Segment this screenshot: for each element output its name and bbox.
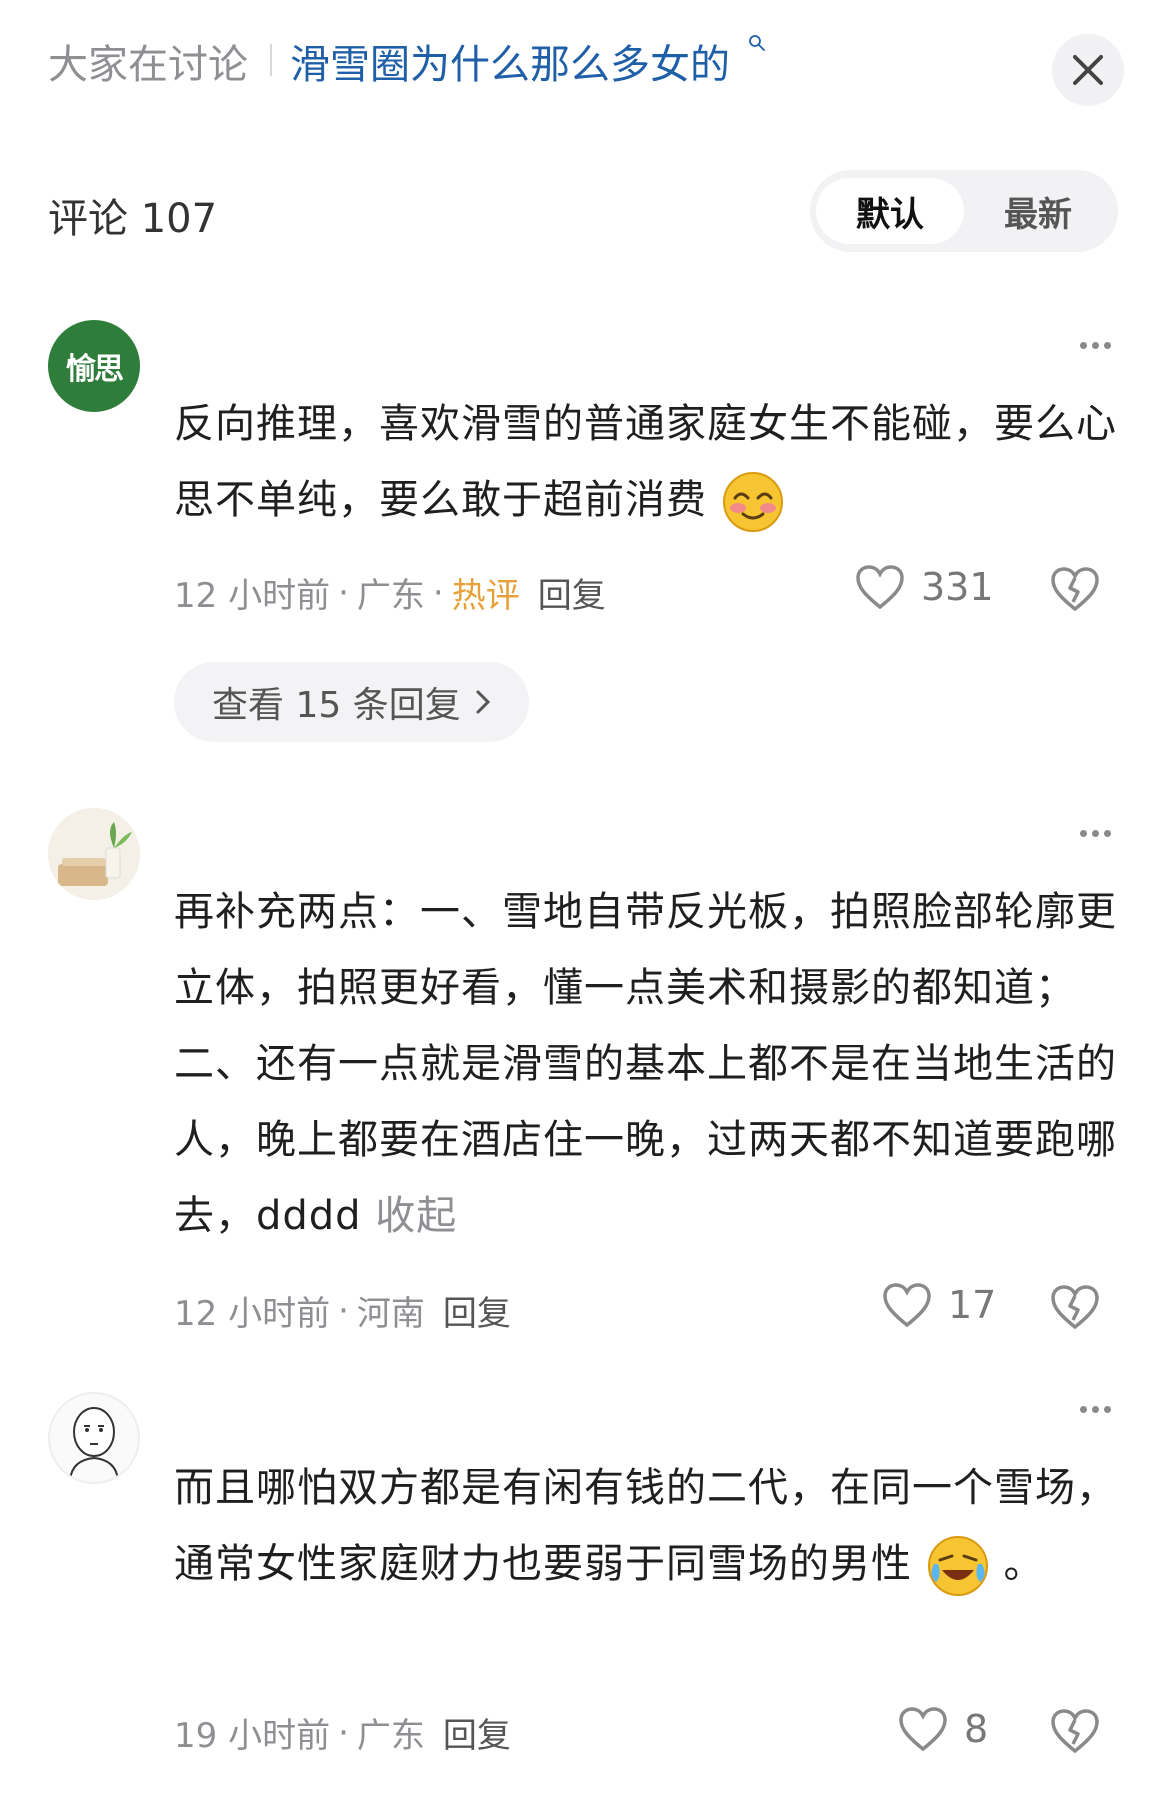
comment-meta: 12 小时前 · 广东 · 热评 回复 bbox=[174, 568, 606, 617]
comment-time: 19 小时前 bbox=[174, 1716, 331, 1756]
chevron-right-icon bbox=[476, 690, 490, 714]
heart-icon bbox=[883, 1283, 931, 1328]
like-count: 17 bbox=[948, 1283, 997, 1327]
avatar[interactable] bbox=[48, 808, 140, 900]
hot-comment-badge: 热评 bbox=[451, 576, 520, 616]
heart-icon bbox=[856, 565, 904, 610]
avatar-image bbox=[48, 808, 140, 900]
comment-text: 反向推理，喜欢滑雪的普通家庭女生不能碰，要么心思不单纯，要么敢于超前消费 bbox=[174, 386, 1119, 538]
avatar-image bbox=[69, 1407, 119, 1481]
more-options-icon[interactable] bbox=[1080, 342, 1114, 352]
comment-body: 反向推理，喜欢滑雪的普通家庭女生不能碰，要么心思不单纯，要么敢于超前消费 bbox=[174, 401, 1117, 523]
like-count: 8 bbox=[964, 1707, 989, 1751]
like-button[interactable]: 8 bbox=[898, 1706, 988, 1752]
more-options-icon[interactable] bbox=[1080, 1406, 1114, 1416]
comment-body-tail: 。 bbox=[1003, 1541, 1045, 1587]
meta-separator: · bbox=[338, 1712, 349, 1753]
view-replies-label: 查看 15 条回复 bbox=[212, 685, 461, 726]
avatar[interactable]: 愉思 bbox=[48, 320, 140, 412]
broken-heart-icon[interactable] bbox=[1050, 566, 1100, 612]
sort-default-button[interactable]: 默认 bbox=[816, 178, 964, 244]
reply-button[interactable]: 回复 bbox=[443, 1286, 511, 1335]
comment-text: 再补充两点：一、雪地自带反光板，拍照脸部轮廓更立体，拍照更好看，懂一点美术和摄影… bbox=[174, 874, 1119, 1254]
crying-laughing-emoji bbox=[927, 1536, 988, 1596]
comment-meta: 19 小时前 · 广东 回复 bbox=[174, 1708, 511, 1757]
meta-separator: · bbox=[338, 1290, 349, 1331]
reply-button[interactable]: 回复 bbox=[538, 568, 606, 617]
view-replies-button[interactable]: 查看 15 条回复 bbox=[174, 662, 529, 742]
broken-heart-icon[interactable] bbox=[1050, 1284, 1100, 1330]
avatar-text: 愉思 bbox=[66, 352, 124, 387]
comment-time: 12 小时前 bbox=[174, 576, 331, 616]
heart-icon bbox=[899, 1707, 947, 1752]
like-count: 331 bbox=[921, 565, 994, 609]
search-icon[interactable] bbox=[748, 34, 766, 52]
comment-location: 广东 bbox=[356, 576, 425, 616]
comment-time: 12 小时前 bbox=[174, 1294, 331, 1334]
meta-separator: · bbox=[432, 572, 444, 613]
comment-location: 河南 bbox=[356, 1294, 425, 1334]
comment-location: 广东 bbox=[356, 1716, 425, 1756]
sort-latest-button[interactable]: 最新 bbox=[964, 178, 1112, 244]
broken-heart-icon[interactable] bbox=[1050, 1708, 1100, 1754]
comment-text: 而且哪怕双方都是有闲有钱的二代，在同一个雪场，通常女性家庭财力也要弱于同雪场的男… bbox=[174, 1450, 1119, 1602]
meta-separator: · bbox=[338, 572, 349, 613]
topic-prefix: 大家在讨论 bbox=[48, 42, 248, 88]
comments-count-label: 评论 107 bbox=[48, 196, 218, 242]
collapse-link[interactable]: 收起 bbox=[375, 1193, 457, 1239]
like-button[interactable]: 17 bbox=[882, 1282, 996, 1328]
topic-divider bbox=[270, 44, 272, 76]
comment-body: 再补充两点：一、雪地自带反光板，拍照脸部轮廓更立体，拍照更好看，懂一点美术和摄影… bbox=[174, 889, 1117, 1239]
reply-button[interactable]: 回复 bbox=[443, 1708, 511, 1757]
sort-toggle: 默认 最新 bbox=[810, 170, 1118, 252]
like-button[interactable]: 331 bbox=[855, 564, 994, 610]
avatar[interactable] bbox=[48, 1392, 140, 1484]
blushing-smile-emoji bbox=[722, 472, 783, 532]
comment-meta: 12 小时前 · 河南 回复 bbox=[174, 1286, 511, 1335]
close-icon bbox=[1073, 55, 1103, 85]
close-button[interactable] bbox=[1052, 34, 1124, 106]
more-options-icon[interactable] bbox=[1080, 830, 1114, 840]
topic-title-link[interactable]: 滑雪圈为什么那么多女的 bbox=[290, 32, 730, 90]
top-bar: 大家在讨论 滑雪圈为什么那么多女的 bbox=[0, 0, 1169, 130]
